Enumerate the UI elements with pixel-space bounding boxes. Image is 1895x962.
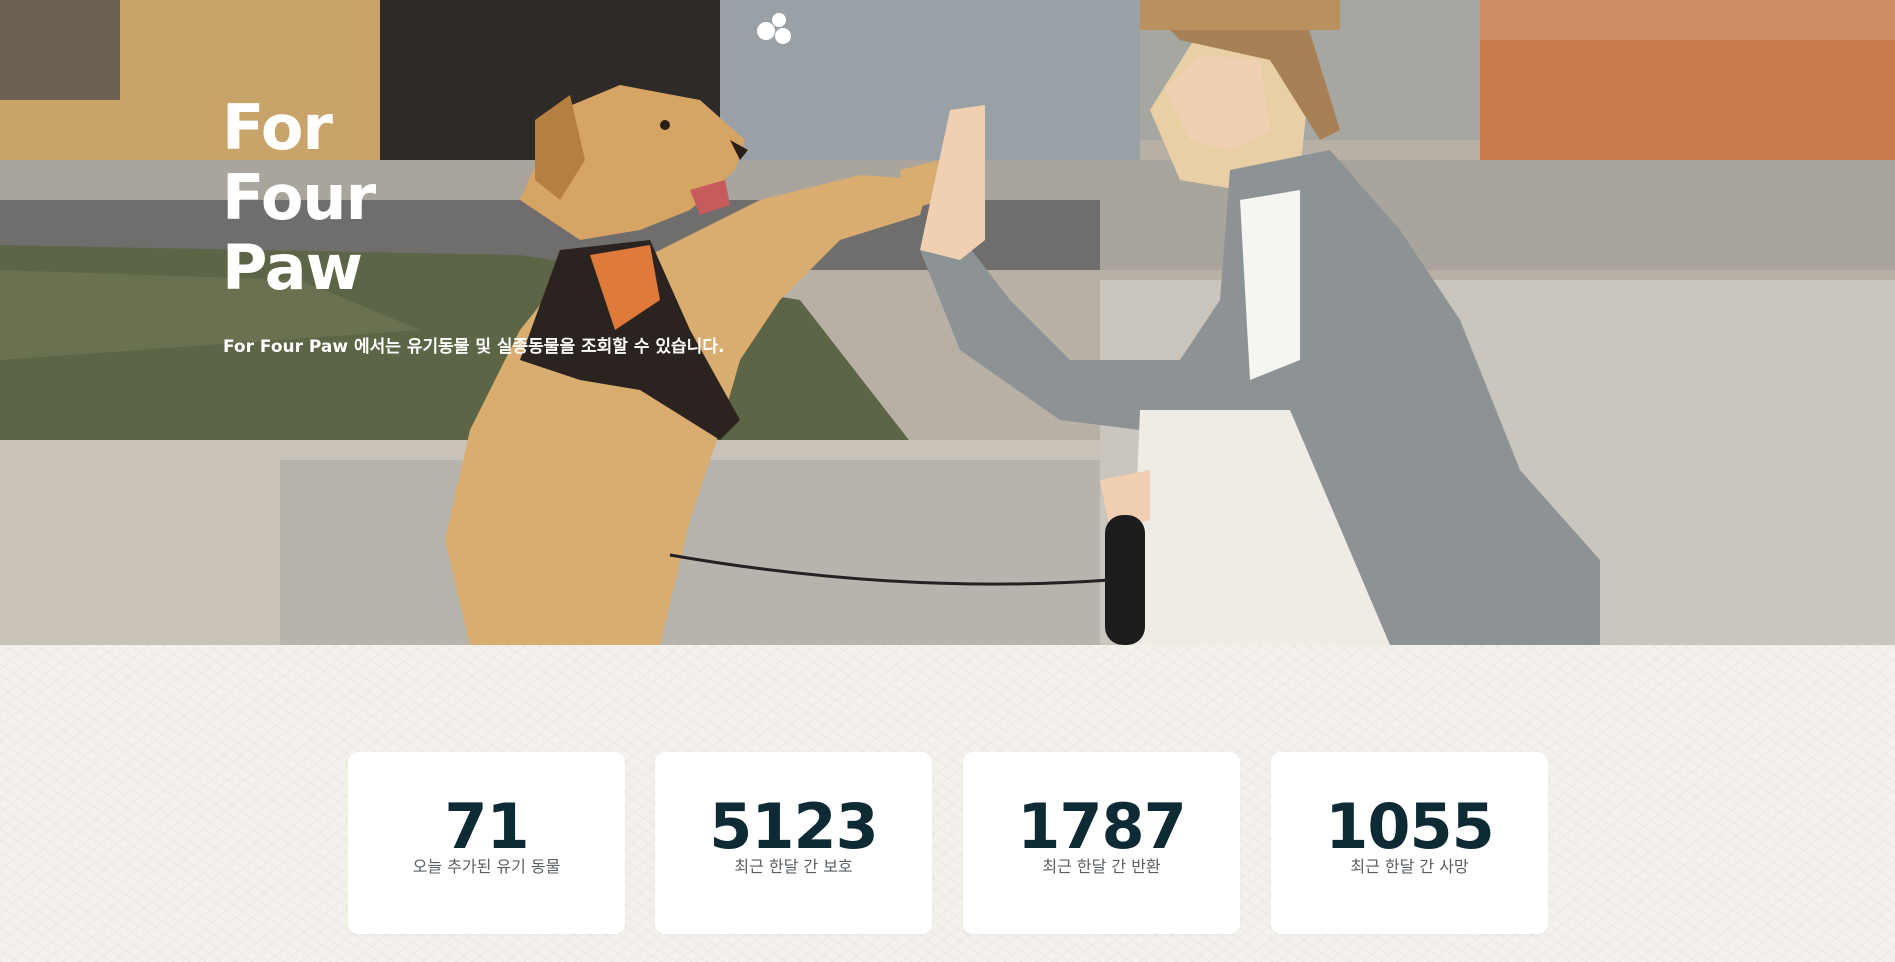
hero-title: For Four Paw (222, 91, 376, 304)
stat-value: 5123 (709, 790, 879, 863)
stat-card-today-added: 71 오늘 추가된 유기 동물 (348, 752, 625, 934)
stat-card-month-deceased: 1055 최근 한달 간 사망 (1271, 752, 1548, 934)
stat-value: 71 (444, 790, 529, 863)
stat-label: 최근 한달 간 사망 (1350, 857, 1469, 876)
stats-section: 71 오늘 추가된 유기 동물 5123 최근 한달 간 보호 1787 최근 … (0, 645, 1895, 962)
stat-label: 오늘 추가된 유기 동물 (412, 857, 561, 876)
stat-label: 최근 한달 간 반환 (1042, 857, 1161, 876)
hero-section: For Four Paw For Four Paw 에서는 유기동물 및 실종동… (0, 0, 1895, 645)
stat-label: 최근 한달 간 보호 (734, 857, 853, 876)
stat-card-month-protected: 5123 최근 한달 간 보호 (655, 752, 932, 934)
stat-value: 1055 (1325, 790, 1495, 863)
hero-title-line: Four (222, 161, 376, 234)
paw-logo-icon[interactable] (753, 10, 797, 50)
hero-subtitle: For Four Paw 에서는 유기동물 및 실종동물을 조회할 수 있습니다… (223, 337, 725, 357)
hero-title-line: Paw (222, 231, 363, 304)
stat-value: 1787 (1017, 790, 1187, 863)
hero-title-line: For (222, 91, 333, 164)
stat-card-month-returned: 1787 최근 한달 간 반환 (963, 752, 1240, 934)
